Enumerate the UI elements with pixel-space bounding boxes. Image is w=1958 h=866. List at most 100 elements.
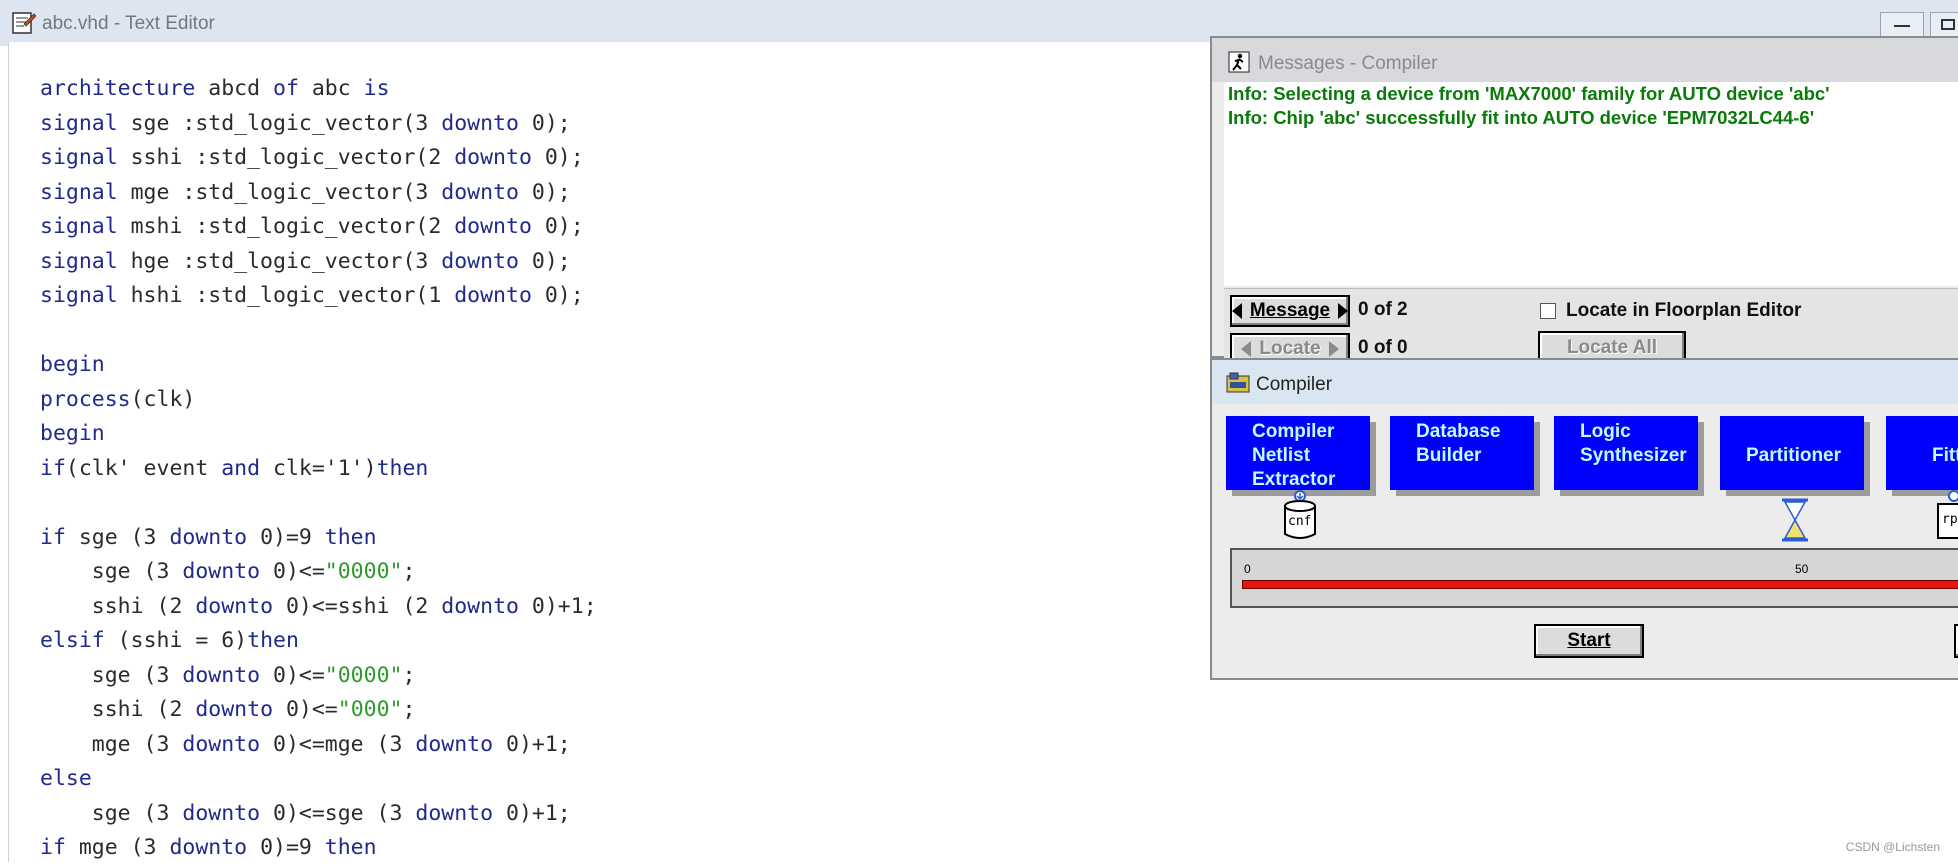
code-keyword: signal (40, 214, 118, 239)
code-line[interactable]: sshi (2 downto 0)<="000"; (40, 693, 597, 728)
code-text: mge :std_logic_vector(3 (117, 179, 442, 205)
compiler-title: Compiler (1256, 374, 1333, 395)
code-text: clk='1') (260, 455, 377, 481)
editor-title: abc.vhd - Text Editor (42, 13, 215, 34)
message-line[interactable]: Info: Chip 'abc' successfully fit into A… (1224, 106, 1958, 130)
code-keyword: signal (40, 283, 118, 308)
code-text: 0)<= (260, 662, 325, 688)
partitioner-module[interactable]: Partitioner (1720, 416, 1864, 490)
code-line[interactable] (40, 486, 597, 521)
code-keyword: downto (195, 593, 274, 619)
code-text: sshi (2 (40, 697, 196, 722)
code-keyword: downto (441, 248, 519, 274)
message-count: 0 of 2 (1358, 299, 1408, 320)
code-text: hshi :std_logic_vector(1 (117, 283, 455, 308)
code-keyword: downto (169, 524, 248, 550)
watermark: CSDN @Lichsten (1845, 840, 1940, 854)
code-keyword: downto (182, 731, 261, 757)
code-text: mge (3 (40, 731, 183, 757)
code-text: 0)<=mge (3 (260, 731, 416, 757)
code-keyword: then (324, 524, 377, 550)
fitter-module[interactable]: Fitt (1886, 416, 1958, 490)
running-man-icon (1228, 51, 1250, 73)
start-button[interactable]: Start (1534, 624, 1644, 658)
code-keyword: downto (441, 110, 519, 136)
code-line[interactable]: sshi (2 downto 0)<=sshi (2 downto 0)+1; (40, 590, 597, 625)
code-line[interactable]: architecture abcd of abc is (40, 72, 597, 107)
code-text: 0)=9 (247, 835, 325, 860)
code-text: abc (298, 76, 364, 101)
maximize-button[interactable] (1930, 12, 1958, 38)
code-keyword: elsif (40, 628, 105, 653)
code-text: mge (3 (65, 835, 170, 860)
code-keyword: downto (441, 593, 519, 619)
compiler-window: Compiler Compiler Netlist Extractor Data… (1210, 358, 1958, 680)
code-text: hge :std_logic_vector(3 (117, 248, 442, 274)
message-nav-button[interactable]: Message (1230, 295, 1350, 327)
code-line[interactable]: else (40, 762, 597, 797)
code-content[interactable]: architecture abcd of abc is signal sge :s… (40, 72, 597, 866)
code-line[interactable]: signal mge :std_logic_vector(3 downto 0)… (40, 176, 597, 211)
code-text: sge (3 (65, 524, 170, 550)
code-line[interactable]: sge (3 downto 0)<="0000"; (40, 555, 597, 590)
code-keyword: downto (182, 800, 261, 826)
message-line[interactable]: Info: Selecting a device from 'MAX7000' … (1224, 82, 1958, 106)
code-keyword: downto (454, 214, 532, 239)
code-keyword: is (363, 76, 390, 101)
code-text: ; (402, 559, 416, 584)
code-keyword: downto (454, 145, 532, 170)
arrow-right-icon (1338, 303, 1349, 319)
code-line[interactable]: mge (3 downto 0)<=mge (3 downto 0)+1; (40, 728, 597, 763)
code-text: sge (3 (40, 800, 183, 826)
code-string: "0000" (324, 662, 403, 688)
message-list[interactable]: Info: Selecting a device from 'MAX7000' … (1224, 82, 1958, 286)
locate-in-floorplan-checkbox[interactable] (1540, 303, 1556, 319)
code-line[interactable]: signal sge :std_logic_vector(3 downto 0)… (40, 107, 597, 142)
code-line[interactable]: sge (3 downto 0)<=sge (3 downto 0)+1; (40, 797, 597, 832)
code-text: 0)+1; (493, 731, 571, 757)
code-keyword: architecture (40, 76, 196, 101)
code-keyword: then (376, 455, 429, 481)
code-line[interactable]: sge (3 downto 0)<="0000"; (40, 659, 597, 694)
compiler-netlist-extractor-module[interactable]: Compiler Netlist Extractor (1226, 416, 1370, 490)
code-keyword: else (40, 766, 92, 791)
code-text: sge :std_logic_vector(3 (117, 110, 442, 136)
code-line[interactable]: signal hshi :std_logic_vector(1 downto 0… (40, 279, 597, 314)
code-text: 0); (518, 179, 571, 205)
code-keyword: signal (40, 110, 118, 136)
code-line[interactable]: process(clk) (40, 383, 597, 418)
code-text: 0); (531, 214, 584, 239)
code-keyword: downto (454, 283, 532, 308)
code-line[interactable]: if(clk' event and clk='1')then (40, 452, 597, 487)
code-line[interactable]: if mge (3 downto 0)=9 then (40, 831, 597, 866)
stop-button[interactable] (1954, 624, 1958, 658)
code-text: 0); (518, 248, 571, 274)
code-text: (sshi = 6) (104, 628, 248, 653)
code-line[interactable]: elsif (sshi = 6)then (40, 624, 597, 659)
code-line[interactable]: begin (40, 348, 597, 383)
code-text: 0)=9 (247, 524, 325, 550)
minimize-button[interactable] (1880, 12, 1924, 38)
code-string: "000" (337, 697, 403, 722)
locate-button-label: Locate (1259, 338, 1321, 359)
messages-title: Messages - Compiler (1258, 53, 1438, 74)
code-keyword: then (324, 835, 377, 860)
code-line[interactable]: signal hge :std_logic_vector(3 downto 0)… (40, 245, 597, 280)
code-keyword: downto (415, 800, 494, 826)
code-text: 0); (531, 145, 584, 170)
logic-synthesizer-module[interactable]: Logic Synthesizer (1554, 416, 1698, 490)
code-line[interactable]: begin (40, 417, 597, 452)
database-builder-module[interactable]: Database Builder (1390, 416, 1534, 490)
code-text: sge (3 (40, 559, 183, 584)
code-line[interactable]: signal sshi :std_logic_vector(2 downto 0… (40, 141, 597, 176)
code-text: 0)<=sshi (2 (273, 593, 442, 619)
code-line[interactable] (40, 314, 597, 349)
cnf-file-icon: cnf (1282, 490, 1318, 542)
progress-bar-fill (1242, 580, 1958, 589)
code-keyword: and (221, 455, 261, 481)
code-keyword: downto (415, 731, 494, 757)
code-line[interactable]: if sge (3 downto 0)=9 then (40, 521, 597, 556)
code-line[interactable]: signal mshi :std_logic_vector(2 downto 0… (40, 210, 597, 245)
messages-compiler-window: Messages - Compiler Info: Selecting a de… (1210, 36, 1958, 365)
rpt-file-label: rp (1942, 512, 1958, 527)
